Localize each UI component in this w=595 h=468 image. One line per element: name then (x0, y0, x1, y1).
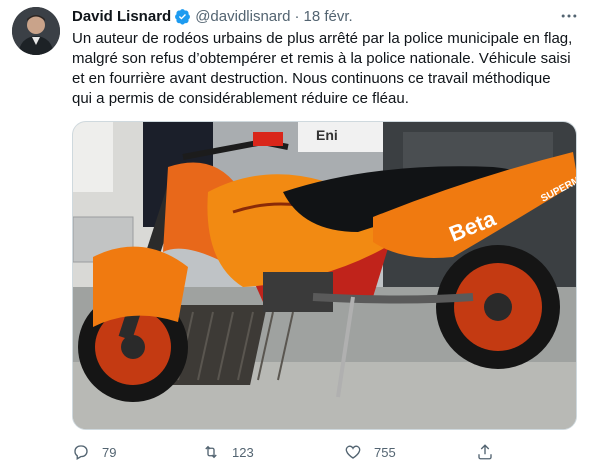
reply-icon (74, 445, 88, 460)
reply-button[interactable]: 79 (72, 440, 116, 464)
tweet-header: David Lisnard @davidlisnard · 18 févr. (72, 6, 353, 26)
reply-count: 79 (102, 444, 117, 460)
retweet-count: 123 (232, 444, 254, 460)
retweet-icon (205, 445, 217, 459)
tweet-text-line: et en fourrière avant destruction. Nous … (72, 70, 551, 87)
tweet-text-line: malgré son refus d’obtempérer et remis à… (72, 50, 571, 67)
tweet-text-line: qui a permis de considérablement réduire… (72, 90, 409, 107)
like-count: 755 (374, 444, 396, 460)
tweet[interactable]: David Lisnard @davidlisnard · 18 févr. U… (0, 0, 595, 468)
share-icon (478, 444, 492, 460)
motorcycle-photo: Eni Beta SUPERMOT (73, 122, 576, 429)
separator-dot: · (294, 7, 300, 25)
author-handle[interactable]: @davidlisnard (195, 8, 290, 25)
tweet-date[interactable]: 18 févr. (303, 8, 352, 25)
tweet-actions: 79 123 755 (72, 440, 577, 464)
tweet-text-line: Un auteur de rodéos urbains de plus arrê… (72, 30, 573, 47)
share-button[interactable] (476, 440, 494, 464)
author-name[interactable]: David Lisnard (72, 8, 171, 25)
avatar[interactable] (12, 7, 60, 55)
retweet-button[interactable]: 123 (202, 440, 254, 464)
tweet-photo[interactable]: Eni Beta SUPERMOT (72, 121, 577, 430)
more-options-icon[interactable] (559, 6, 579, 26)
like-icon (345, 445, 361, 459)
like-button[interactable]: 755 (344, 440, 396, 464)
verified-badge-icon (175, 8, 191, 25)
tweet-text: Un auteur de rodéos urbains de plus arrê… (72, 29, 587, 109)
eni-sign: Eni (316, 127, 338, 143)
